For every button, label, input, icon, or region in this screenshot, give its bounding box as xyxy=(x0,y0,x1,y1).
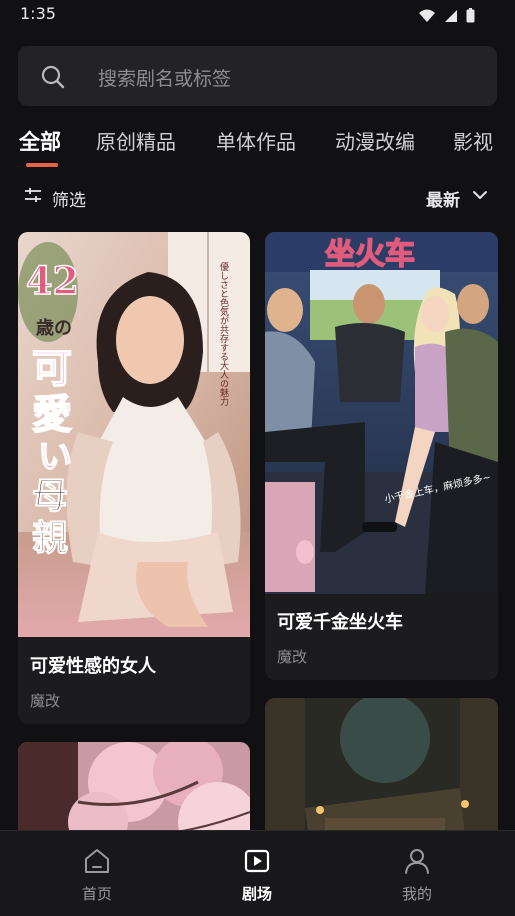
drama-card[interactable]: 42 歳の 可 愛 い 母 親 優しさと色気が共存する大人の魅力 可爱性感的女人… xyxy=(18,232,250,724)
chevron-down-icon[interactable] xyxy=(472,188,488,202)
nav-home-label: 首页 xyxy=(81,885,112,903)
wifi-icon xyxy=(418,8,436,27)
search-icon xyxy=(41,65,65,89)
status-icons xyxy=(418,8,475,27)
signal-icon xyxy=(444,8,458,27)
poster-suffix: 歳の xyxy=(36,318,72,339)
tab-single[interactable]: 单体作品 xyxy=(216,126,296,155)
drama-card[interactable]: 坐火车 小千金上车，麻烦多多~ 可爱千金坐火车 魔改 xyxy=(265,232,498,680)
sort-dropdown[interactable]: 最新 xyxy=(426,186,460,211)
card-poster: 42 歳の 可 愛 い 母 親 優しさと色気が共存する大人の魅力 xyxy=(18,232,250,637)
status-bar: 1:35 xyxy=(0,0,515,30)
home-icon xyxy=(85,849,109,873)
play-icon xyxy=(244,849,270,873)
nav-profile[interactable]: 我的 xyxy=(367,831,467,916)
category-tabs: 全部 原创精品 单体作品 动漫改编 影视 xyxy=(0,120,515,170)
status-time: 1:35 xyxy=(20,4,56,23)
filter-row: 筛选 最新 xyxy=(0,180,515,214)
card-tag: 魔改 xyxy=(30,692,61,710)
bottom-nav: 首页 剧场 我的 xyxy=(0,830,515,916)
poster-main-2: 親 xyxy=(32,517,68,559)
nav-profile-label: 我的 xyxy=(401,885,432,903)
nav-theater[interactable]: 剧场 xyxy=(207,831,307,916)
poster-main-1: 母 xyxy=(32,475,68,517)
filter-icon[interactable] xyxy=(24,186,42,204)
poster-big-3: い xyxy=(38,437,72,477)
battery-icon xyxy=(466,8,475,27)
search-placeholder: 搜索剧名或标签 xyxy=(98,68,232,90)
app-screen: 1:35 搜索剧名或标签 全部 原创精品 单体作品 动漫改编 影视 筛选 最新 … xyxy=(0,0,515,916)
card-title: 可爱性感的女人 xyxy=(30,656,156,677)
tab-film[interactable]: 影视 xyxy=(453,126,493,155)
card-poster: 坐火车 小千金上车，麻烦多多~ xyxy=(265,232,498,594)
tab-original[interactable]: 原创精品 xyxy=(96,126,176,155)
nav-theater-label: 剧场 xyxy=(241,885,272,903)
tab-all[interactable]: 全部 xyxy=(19,126,61,156)
nav-home[interactable]: 首页 xyxy=(47,831,147,916)
tab-indicator xyxy=(26,163,58,167)
filter-button[interactable]: 筛选 xyxy=(52,186,86,211)
poster-age: 42 xyxy=(26,258,79,303)
profile-icon xyxy=(405,849,429,874)
poster-big-1: 可 xyxy=(32,345,72,392)
poster-big-2: 愛 xyxy=(32,391,72,438)
poster-banner: 坐火车 xyxy=(325,237,415,272)
poster-sub: 優しさと色気が共存する大人の魅力 xyxy=(218,261,229,407)
card-tag: 魔改 xyxy=(277,648,308,666)
search-input[interactable]: 搜索剧名或标签 xyxy=(18,46,497,106)
tab-anime[interactable]: 动漫改编 xyxy=(335,126,415,155)
card-title: 可爱千金坐火车 xyxy=(277,612,403,633)
